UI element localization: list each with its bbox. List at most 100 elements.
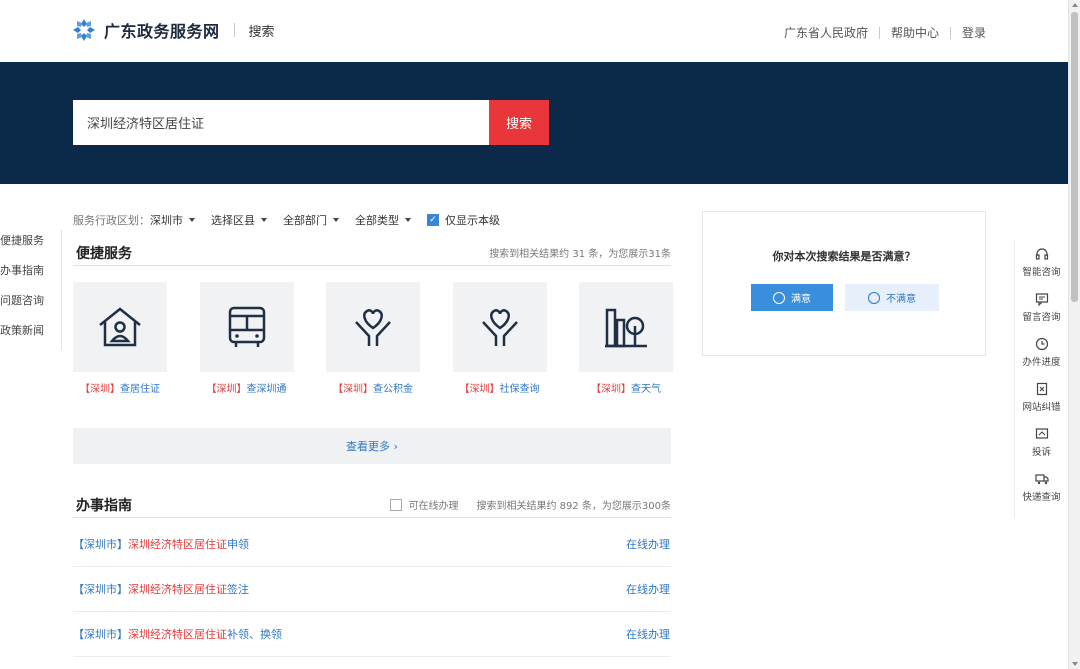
row-region: 【深圳市】 [73, 538, 128, 551]
link-provincial-gov[interactable]: 广东省人民政府 [784, 24, 868, 41]
sidenav-item-guide[interactable]: 办事指南 [0, 260, 61, 290]
guide-row[interactable]: 【深圳市】深圳经济特区居住证申领 在线办理 [73, 522, 671, 567]
guide-row[interactable]: 【深圳市】深圳经济特区居住证签注 在线办理 [73, 567, 671, 612]
card-name: 查深圳通 [246, 384, 287, 395]
clock-icon [1035, 337, 1048, 351]
search-input[interactable]: 深圳经济特区居住证 [73, 100, 489, 145]
department-select[interactable]: 全部部门 [283, 212, 339, 228]
only-level-label: 仅显示本级 [445, 214, 500, 227]
card-region: 【深圳】 [80, 384, 120, 395]
card-region: 【深圳】 [333, 384, 373, 395]
top-links: 广东省人民政府 帮助中心 登录 [784, 24, 986, 41]
card-region: 【深圳】 [206, 384, 247, 395]
service-card-social-security[interactable]: 【深圳】社保查询 [452, 282, 547, 395]
search-button[interactable]: 搜索 [489, 100, 549, 145]
card-name: 社保查询 [499, 384, 540, 395]
rail-label: 快递查询 [1022, 492, 1061, 503]
quick-service-cards: 【深圳】查居住证 【深圳】查深圳通 【深圳】查公积金 【深圳】社保查询 【深圳】… [73, 282, 673, 395]
city-value: 深圳市 [150, 214, 183, 227]
heart-hands-icon [355, 309, 391, 346]
card-icon-box [73, 282, 167, 372]
service-card-housing-fund[interactable]: 【深圳】查公积金 [326, 282, 420, 395]
top-header: 广东政务服务网 搜索 广东省人民政府 帮助中心 登录 [0, 0, 1068, 62]
type-value: 全部类型 [355, 214, 399, 227]
link-help-center[interactable]: 帮助中心 [891, 24, 939, 41]
rail-express[interactable]: 快递查询 [1015, 465, 1068, 510]
rail-error-report[interactable]: 网站纠错 [1015, 375, 1068, 420]
card-label: 【深圳】查居住证 [80, 380, 160, 395]
card-name: 查居住证 [120, 384, 160, 395]
row-highlight: 深圳经济特区居住证 [128, 628, 227, 641]
scroll-up-icon[interactable] [1072, 3, 1078, 7]
rail-label: 留言咨询 [1022, 312, 1061, 323]
quick-services-header: 便捷服务 搜索到相关结果约 31 条，为您展示31条 [73, 240, 671, 266]
feedback-question: 你对本次搜索结果是否满意？ [772, 250, 916, 263]
type-select[interactable]: 全部类型 [355, 212, 411, 228]
card-icon-box [199, 282, 294, 372]
sidenav-item-consult[interactable]: 问题咨询 [0, 290, 61, 320]
logo-icon [72, 18, 96, 42]
online-only-label[interactable]: 可在线办理 [408, 497, 458, 512]
heart-hands-icon [481, 309, 518, 346]
result-count: 搜索到相关结果约 892 条，为您展示300条 [476, 501, 671, 512]
unsatisfied-button[interactable]: 不满意 [845, 284, 939, 311]
guide-row-title[interactable]: 【深圳市】深圳经济特区居住证补领、换领 [73, 626, 282, 642]
rail-smart-consult[interactable]: 智能咨询 [1015, 240, 1068, 285]
rail-complaint[interactable]: 投诉 [1015, 420, 1068, 465]
service-card-weather[interactable]: 【深圳】查天气 [579, 282, 673, 395]
page-scrollbar[interactable] [1068, 0, 1080, 669]
guide-header: 办事指南 可在线办理 搜索到相关结果约 892 条，为您展示300条 [73, 492, 671, 518]
scroll-down-icon[interactable] [1072, 662, 1078, 666]
row-rest: 申领 [227, 538, 249, 551]
truck-icon [1034, 474, 1049, 485]
side-anchor-nav: 便捷服务 办事指南 问题咨询 政策新闻 [0, 230, 62, 350]
sidenav-item-news[interactable]: 政策新闻 [0, 320, 61, 350]
complaint-icon [1035, 428, 1048, 439]
filter-bar: 服务行政区划： 深圳市 选择区县 全部部门 全部类型 ✓ 仅显示本级 [73, 212, 516, 228]
search-banner: 深圳经济特区居住证 搜索 [0, 62, 1068, 184]
card-label: 【深圳】查深圳通 [207, 380, 287, 395]
rail-message[interactable]: 留言咨询 [1015, 285, 1068, 330]
satisfied-button[interactable]: 满意 [751, 284, 833, 311]
guide-row-title[interactable]: 【深圳市】深圳经济特区居住证申领 [73, 536, 249, 552]
headset-icon [1035, 248, 1048, 260]
card-name: 查天气 [631, 384, 661, 395]
online-apply-link[interactable]: 在线办理 [626, 581, 671, 597]
only-level-checkbox[interactable]: ✓ [427, 214, 439, 226]
guide-row-title[interactable]: 【深圳市】深圳经济特区居住证签注 [73, 581, 249, 597]
city-select[interactable]: 深圳市 [150, 212, 195, 228]
service-card-shenzhen-tong[interactable]: 【深圳】查深圳通 [199, 282, 294, 395]
frown-icon [868, 291, 880, 304]
card-label: 【深圳】查公积金 [333, 380, 413, 395]
result-count: 搜索到相关结果约 31 条，为您展示31条 [489, 249, 671, 260]
rail-label: 投诉 [1031, 447, 1051, 458]
rail-label: 网站纠错 [1022, 402, 1061, 413]
card-region: 【深圳】 [459, 384, 500, 395]
online-apply-link[interactable]: 在线办理 [626, 536, 671, 552]
card-name: 查公积金 [373, 384, 413, 395]
online-apply-link[interactable]: 在线办理 [626, 626, 671, 642]
row-highlight: 深圳经济特区居住证 [128, 538, 227, 551]
link-login[interactable]: 登录 [962, 24, 986, 41]
divider [949, 26, 951, 39]
scroll-thumb[interactable] [1071, 12, 1078, 302]
guide-meta: 可在线办理 搜索到相关结果约 892 条，为您展示300条 [390, 497, 671, 512]
satisfied-label: 满意 [791, 294, 811, 305]
online-only-checkbox[interactable] [390, 498, 403, 511]
district-select[interactable]: 选择区县 [211, 212, 267, 228]
chevron-down-icon [261, 218, 267, 222]
rail-progress[interactable]: 办件进度 [1015, 330, 1068, 375]
row-region: 【深圳市】 [73, 628, 128, 641]
service-card-residence-permit[interactable]: 【深圳】查居住证 [73, 282, 167, 395]
guide-row[interactable]: 【深圳市】深圳经济特区居住证补领、换领 在线办理 [73, 612, 671, 657]
bus-icon [228, 306, 265, 347]
unsatisfied-label: 不满意 [886, 294, 916, 305]
sidenav-item-quick-services[interactable]: 便捷服务 [0, 230, 61, 260]
site-logo[interactable]: 广东政务服务网 搜索 [72, 18, 275, 42]
house-person-icon [99, 307, 141, 347]
page-subtitle: 搜索 [248, 24, 275, 40]
only-level-toggle[interactable]: ✓ 仅显示本级 [427, 212, 500, 228]
view-more-button[interactable]: 查看更多 › [73, 428, 671, 464]
card-label: 【深圳】社保查询 [460, 380, 540, 395]
row-rest: 补领、换领 [227, 628, 282, 641]
